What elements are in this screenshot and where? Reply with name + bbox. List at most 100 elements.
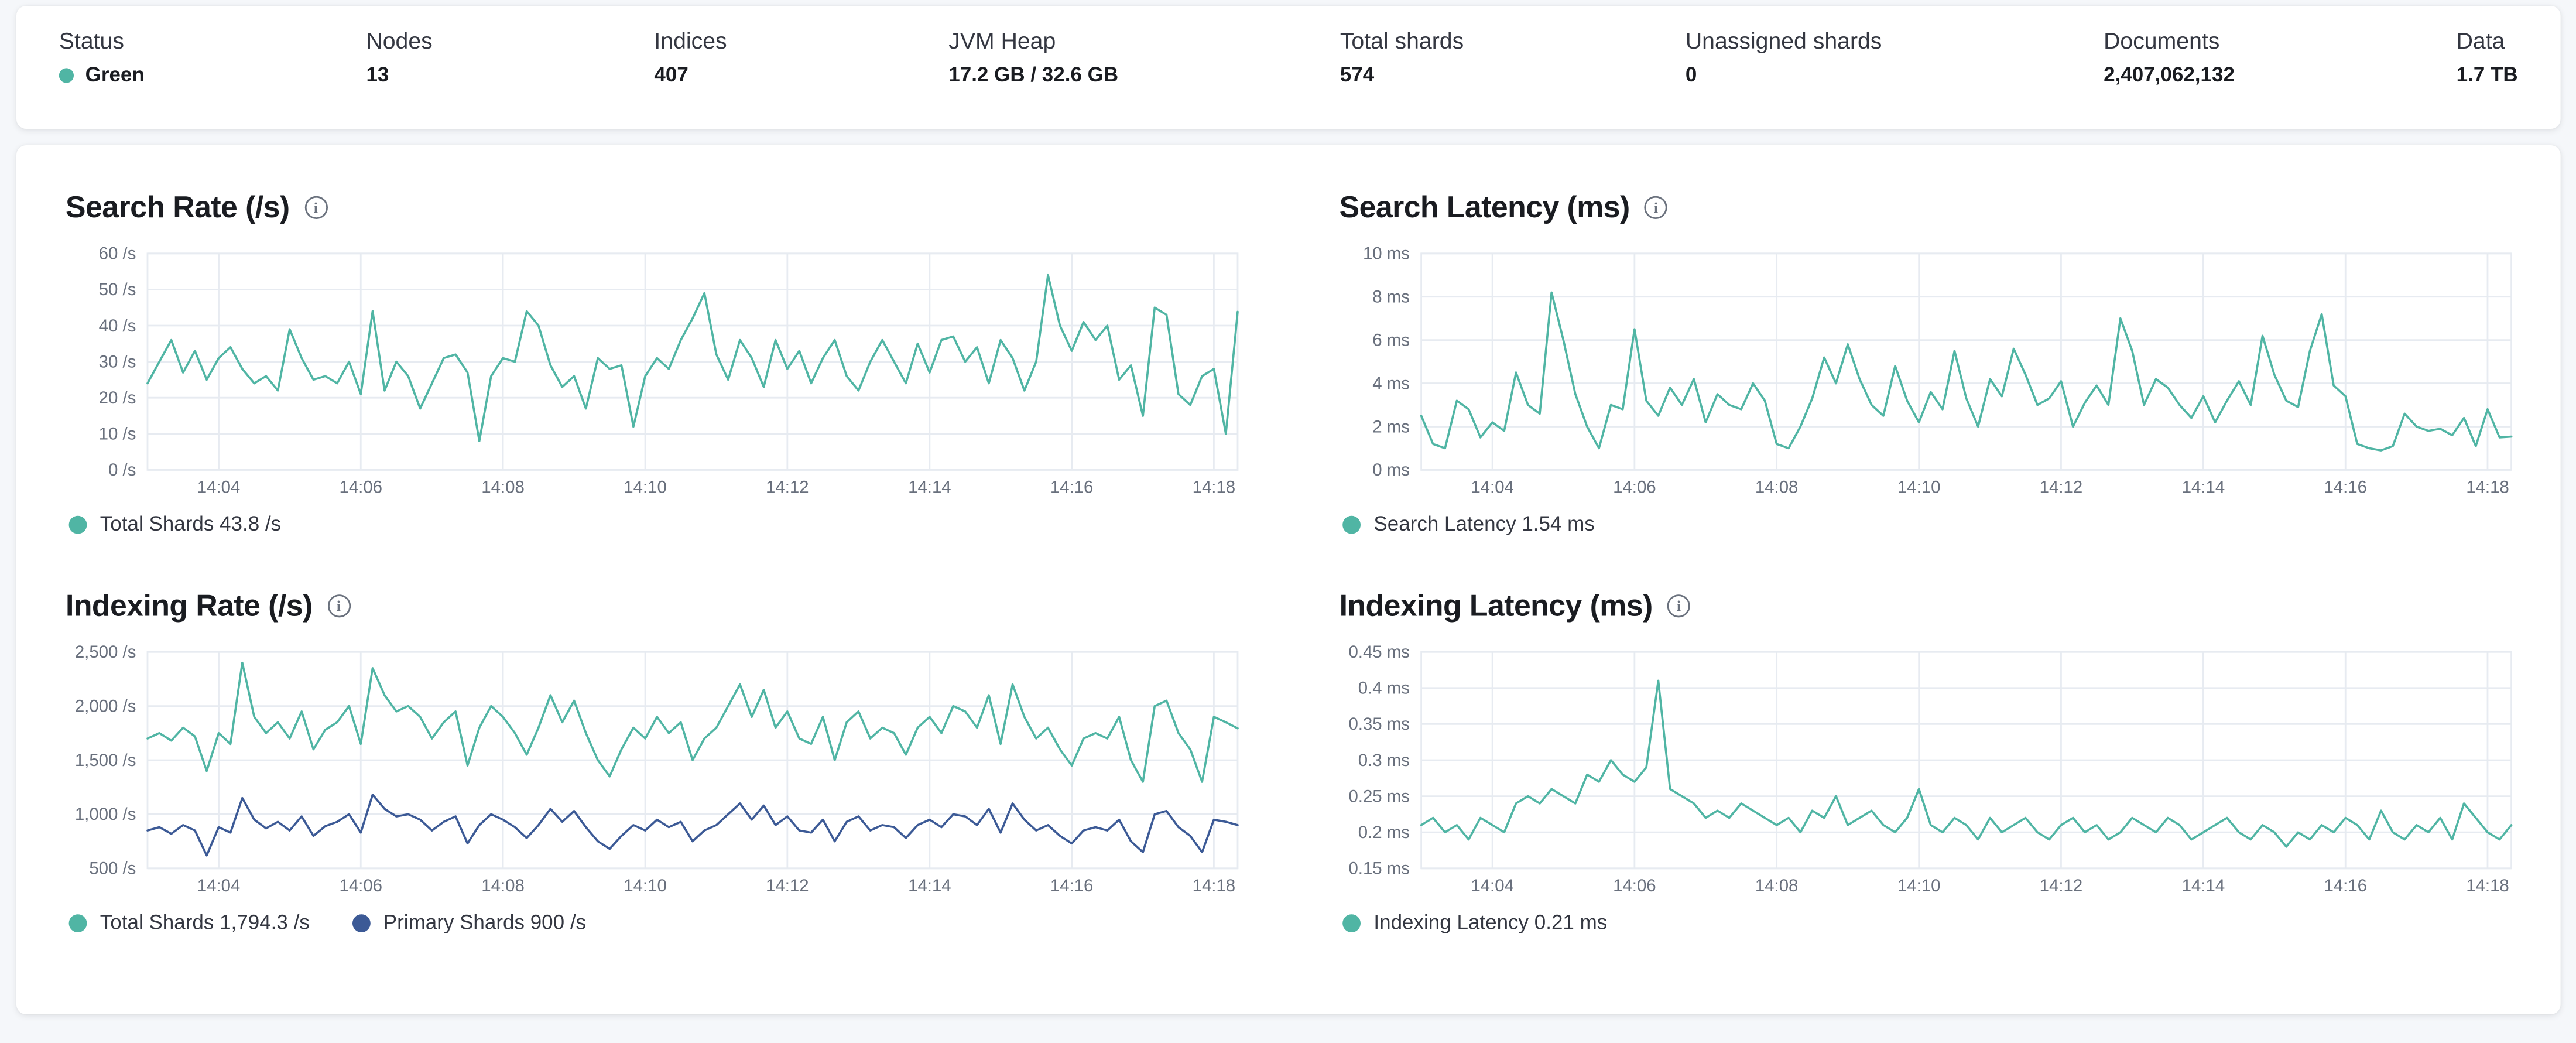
series-indexing-latency [1420, 679, 2513, 848]
chart-title-row: Indexing Latency (ms) [1340, 588, 2522, 624]
y-axis-tick-label: 500 /s [89, 859, 136, 878]
x-axis-tick-label: 14:12 [766, 478, 809, 497]
x-axis-tick-label: 14:08 [481, 478, 525, 497]
x-axis-tick-label: 14:06 [339, 876, 382, 895]
x-axis-tick-label: 14:10 [1897, 876, 1941, 895]
chart-title: Search Latency (ms) [1339, 189, 1630, 224]
legend-item: Total Shards 43.8 /s [68, 512, 282, 536]
x-axis-tick-label: 14:10 [624, 478, 667, 497]
panel-search-latency: Search Latency (ms) 0 ms 2 ms 4 ms 6 ms 8 ms… [1340, 190, 2522, 536]
x-axis-tick-label: 14:10 [624, 876, 667, 895]
stat-documents: Documents 2,407,062,132 [2104, 27, 2235, 88]
info-icon[interactable] [304, 196, 327, 219]
chart-legend: Total Shards 1,794.3 /s Primary Shards 90… [66, 911, 1248, 934]
x-axis-tick-label: 14:14 [908, 876, 951, 895]
y-axis-tick-label: 8 ms [1372, 288, 1410, 307]
x-axis-tick-label: 14:12 [766, 876, 809, 895]
panel-indexing-latency: Indexing Latency (ms) 0.15 ms 0.2 ms 0.25 … [1340, 588, 2522, 934]
chart-legend: Indexing Latency 0.21 ms [1340, 911, 2522, 934]
chart-title-row: Indexing Rate (/s) [66, 588, 1248, 624]
stat-label: Status [59, 27, 124, 54]
x-axis-tick-label: 14:16 [2324, 876, 2367, 895]
y-axis-tick-label: 0.45 ms [1348, 642, 1410, 662]
stat-label: Unassigned shards [1685, 27, 1882, 54]
x-axis-tick-label: 14:06 [1613, 876, 1656, 895]
y-axis-tick-label: 0.15 ms [1348, 859, 1410, 878]
metrics-card: Search Rate (/s) 0 /s 10 /s 20 /s 30 /s 40 /… [16, 145, 2561, 1014]
stat-nodes: Nodes 13 [366, 27, 432, 88]
x-axis-tick-label: 14:16 [1050, 876, 1094, 895]
legend-dot-icon [1342, 913, 1361, 932]
y-axis-tick-label: 60 /s [99, 244, 136, 264]
legend-item: Primary Shards 900 /s [352, 911, 586, 934]
x-axis-tick-label: 14:14 [908, 478, 951, 497]
stat-value: 407 [654, 63, 688, 87]
chart-legend: Total Shards 43.8 /s [66, 512, 1248, 535]
stat-value: Green [59, 63, 145, 88]
stat-value: 13 [366, 63, 389, 87]
y-axis-tick-label: 20 /s [99, 388, 136, 408]
x-axis-tick-label: 14:08 [481, 876, 525, 895]
info-icon[interactable] [1667, 594, 1691, 618]
chart-canvas[interactable]: 500 /s 1,000 /s 1,500 /s 2,000 /s 2,500 /s 14… [66, 639, 1248, 898]
search-latency-chart[interactable]: 0 ms 2 ms 4 ms 6 ms 8 ms 10 ms 14:04 14:06 14:08… [1340, 240, 2522, 499]
x-axis-tick-label: 14:08 [1755, 478, 1799, 497]
y-axis-tick-label: 2,000 /s [75, 696, 136, 716]
info-icon[interactable] [1644, 196, 1668, 219]
x-axis-tick-label: 14:12 [2040, 478, 2083, 497]
x-axis-tick-label: 14:10 [1897, 478, 1941, 497]
stat-label: Indices [654, 27, 727, 54]
stat-data: Data 1.7 TB [2457, 27, 2518, 88]
x-axis-tick-label: 14:12 [2040, 876, 2083, 895]
y-axis-tick-label: 4 ms [1372, 374, 1410, 393]
y-axis-tick-label: 10 /s [99, 425, 136, 444]
x-axis-tick-label: 14:16 [2324, 478, 2367, 497]
x-axis-tick-label: 14:04 [197, 876, 241, 895]
x-axis-tick-label: 14:18 [1193, 876, 1236, 895]
y-axis-tick-label: 6 ms [1372, 330, 1410, 350]
indexing-latency-chart[interactable]: 0.15 ms 0.2 ms 0.25 ms 0.3 ms 0.35 ms 0.4 ms 0… [1340, 639, 2522, 898]
search-rate-chart[interactable]: 0 /s 10 /s 20 /s 30 /s 40 /s 50 /s 60 /s 14:04 1… [66, 240, 1248, 499]
x-axis-tick-label: 14:06 [1613, 478, 1656, 497]
x-axis-tick-label: 14:16 [1050, 478, 1094, 497]
dashboard-root: Status Green Nodes 13 Indices 407 JVM He… [0, 6, 2576, 1043]
y-axis-tick-label: 0.4 ms [1358, 679, 1410, 698]
series-primary-shards [146, 794, 1239, 857]
y-axis-tick-label: 40 /s [99, 316, 136, 336]
stat-label: Documents [2104, 27, 2220, 54]
legend-item: Total Shards 1,794.3 /s [68, 911, 310, 934]
stat-indices: Indices 407 [654, 27, 727, 88]
chart-canvas[interactable]: 0 /s 10 /s 20 /s 30 /s 40 /s 50 /s 60 /s 14:04 1… [66, 240, 1248, 499]
x-axis-tick-label: 14:08 [1755, 876, 1799, 895]
chart-canvas[interactable]: 0 ms 2 ms 4 ms 6 ms 8 ms 10 ms 14:04 14:06 14:08… [1340, 240, 2522, 499]
legend-label: Indexing Latency 0.21 ms [1373, 911, 1608, 934]
chart-title-row: Search Rate (/s) [66, 190, 1248, 226]
indexing-rate-chart[interactable]: 500 /s 1,000 /s 1,500 /s 2,000 /s 2,500 /s 14… [66, 639, 1248, 898]
legend-label: Primary Shards 900 /s [383, 911, 587, 934]
legend-item: Indexing Latency 0.21 ms [1342, 911, 1607, 934]
chart-title-row: Search Latency (ms) [1340, 190, 2522, 226]
y-axis-tick-label: 1,000 /s [75, 805, 136, 824]
chart-title: Indexing Latency (ms) [1339, 588, 1653, 623]
legend-label: Total Shards 43.8 /s [100, 512, 282, 536]
chart-canvas[interactable]: 0.15 ms 0.2 ms 0.25 ms 0.3 ms 0.35 ms 0.4 ms 0… [1340, 639, 2522, 898]
legend-dot-icon [68, 913, 87, 932]
stat-value: 2,407,062,132 [2104, 63, 2235, 87]
y-axis-tick-label: 0.35 ms [1348, 714, 1410, 734]
stat-label: JVM Heap [948, 27, 1056, 54]
chart-title: Indexing Rate (/s) [66, 588, 313, 623]
stat-value: 574 [1340, 63, 1375, 87]
info-icon[interactable] [327, 594, 351, 618]
x-axis-tick-label: 14:18 [1193, 478, 1236, 497]
x-axis-tick-label: 14:18 [2466, 478, 2509, 497]
legend-dot-icon [352, 913, 371, 932]
stat-value: 1.7 TB [2456, 63, 2518, 87]
charts-grid: Search Rate (/s) 0 /s 10 /s 20 /s 30 /s 40 /… [66, 190, 2513, 934]
y-axis-tick-label: 2,500 /s [75, 642, 136, 662]
y-axis-tick-label: 0 /s [108, 460, 136, 480]
y-axis-tick-label: 1,500 /s [75, 751, 136, 770]
cluster-status-bar: Status Green Nodes 13 Indices 407 JVM He… [16, 6, 2561, 129]
legend-label: Search Latency 1.54 ms [1373, 512, 1595, 536]
stat-label: Nodes [366, 27, 433, 54]
x-axis-tick-label: 14:14 [2182, 478, 2225, 497]
